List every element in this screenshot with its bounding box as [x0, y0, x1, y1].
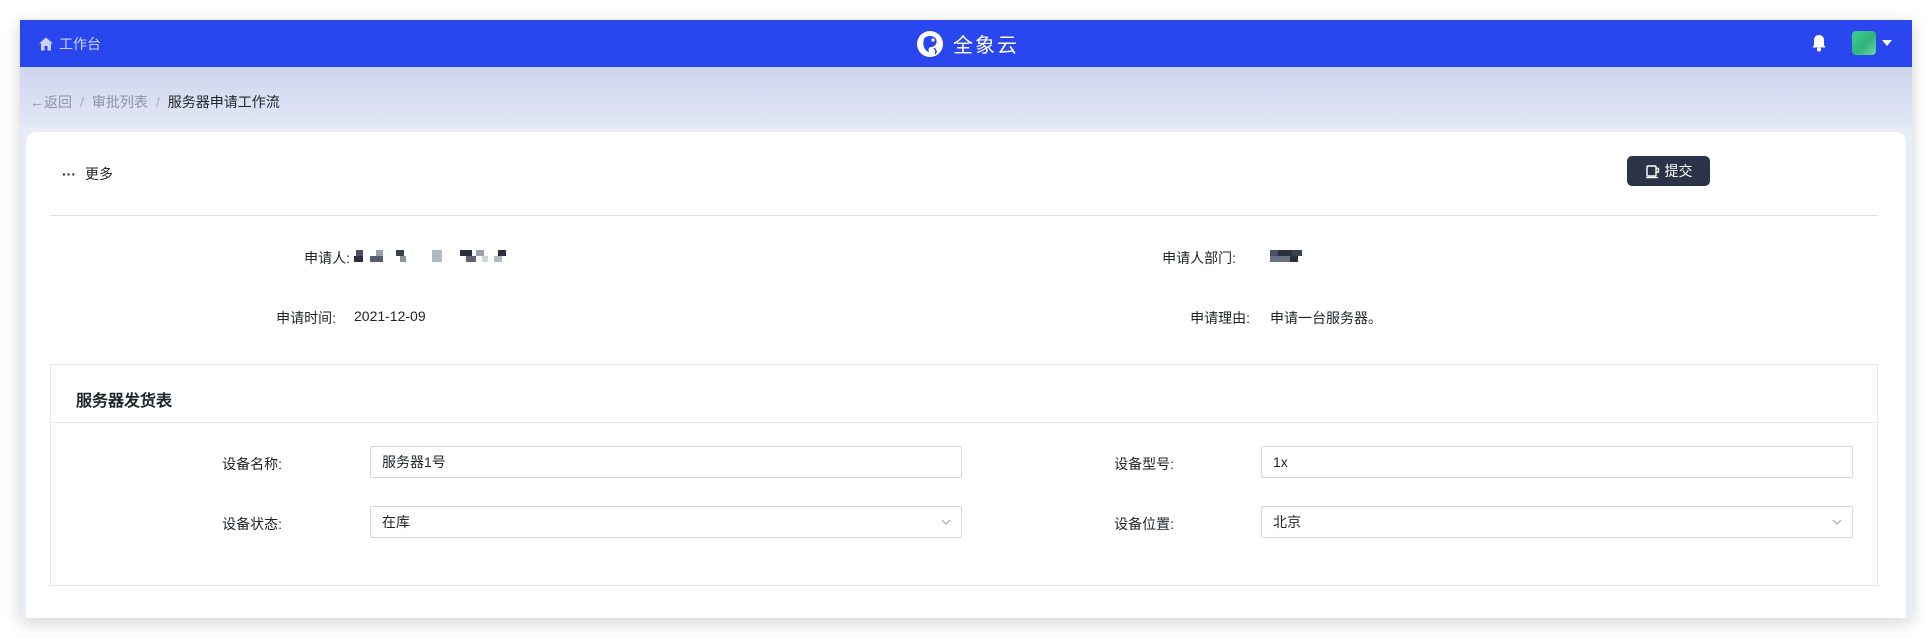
app-window: 工作台 全象云 ←返回 / 审批列表 / 服务器申请工作流 ··· 更多 提交 … — [20, 20, 1912, 618]
caret-down-icon — [1882, 40, 1892, 46]
user-menu[interactable] — [1852, 30, 1892, 56]
department-label: 申请人部门: — [1162, 250, 1236, 266]
submit-button[interactable]: 提交 — [1627, 156, 1710, 186]
breadcrumb-separator: / — [155, 94, 160, 110]
brand: 全象云 — [916, 20, 1019, 67]
brand-logo-icon — [917, 30, 943, 57]
form-title: 服务器发货表 — [76, 393, 173, 410]
brand-name: 全象云 — [953, 35, 1019, 57]
form-divider — [51, 422, 1877, 423]
device-location-value: 北京 — [1273, 514, 1301, 530]
more-button[interactable]: ··· 更多 — [62, 164, 113, 184]
breadcrumb-current: 服务器申请工作流 — [167, 94, 280, 110]
divider — [50, 215, 1878, 216]
device-name-input[interactable]: 服务器1号 — [370, 446, 962, 478]
chevron-down-icon — [941, 519, 951, 525]
breadcrumb-separator: / — [80, 94, 84, 110]
chevron-down-icon — [1832, 519, 1842, 525]
top-bar: 工作台 全象云 — [20, 20, 1912, 67]
device-status-value: 在库 — [382, 514, 410, 530]
device-name-label: 设备名称: — [222, 456, 282, 472]
avatar — [1852, 31, 1876, 55]
home-icon — [39, 37, 53, 50]
bell-icon[interactable] — [1808, 32, 1830, 54]
back-link[interactable]: ←返回 — [30, 92, 72, 112]
device-model-input[interactable]: 1x — [1261, 446, 1853, 478]
workbench-label: 工作台 — [59, 35, 101, 52]
submit-label: 提交 — [1664, 163, 1693, 179]
device-status-select[interactable]: 在库 — [370, 506, 962, 538]
workbench-link[interactable]: 工作台 — [38, 20, 101, 67]
apply-time-label: 申请时间: — [276, 310, 336, 326]
apply-reason-label: 申请理由: — [1190, 310, 1250, 326]
more-icon: ··· — [62, 166, 76, 182]
device-model-label: 设备型号: — [1114, 456, 1174, 472]
more-label: 更多 — [85, 166, 113, 182]
applicant-label: 申请人: — [304, 250, 350, 266]
device-location-label: 设备位置: — [1114, 516, 1174, 532]
breadcrumb: ←返回 / 审批列表 / 服务器申请工作流 — [30, 92, 280, 112]
apply-time-value: 2021-12-09 — [354, 308, 426, 324]
apply-reason-value: 申请一台服务器。 — [1270, 310, 1382, 326]
header-band — [20, 67, 1912, 127]
submit-icon — [1645, 164, 1659, 178]
approval-list-link[interactable]: 审批列表 — [92, 92, 148, 112]
device-location-select[interactable]: 北京 — [1261, 506, 1853, 538]
device-status-label: 设备状态: — [222, 516, 282, 532]
